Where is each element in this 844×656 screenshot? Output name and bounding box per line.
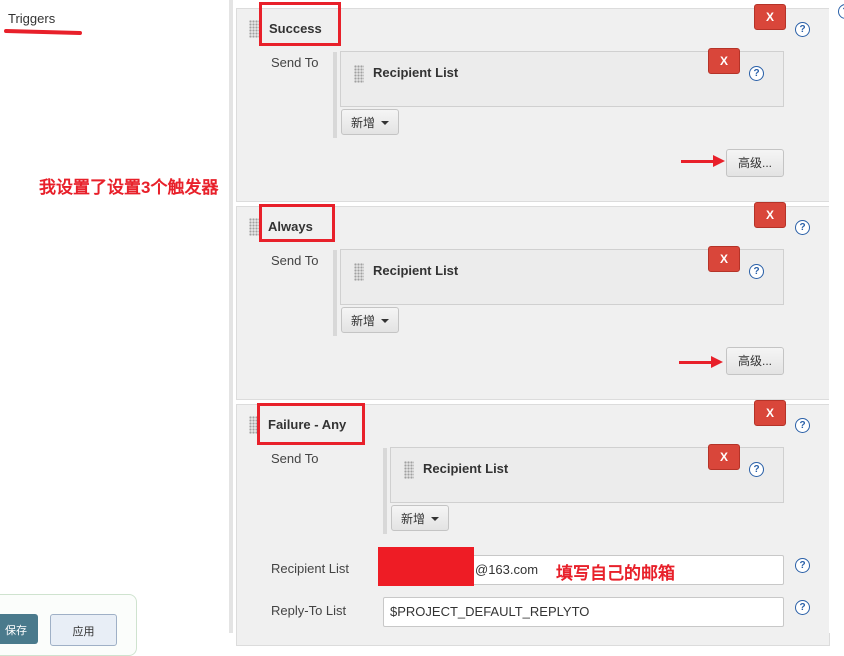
right-edge (829, 0, 844, 633)
caret-down-icon (381, 121, 389, 125)
recipient-list-input-value: @163.com (475, 562, 539, 577)
reply-to-list-input[interactable]: $PROJECT_DEFAULT_REPLYTO (383, 597, 784, 627)
annotation-arrow-head (711, 356, 723, 368)
delete-recipient-button[interactable]: X (708, 246, 740, 272)
add-dropdown-button[interactable]: 新增 (391, 505, 449, 531)
advanced-button[interactable]: 高级... (726, 149, 784, 177)
save-button[interactable]: 保存 (0, 614, 38, 644)
trigger-title: Failure - Any (268, 417, 347, 432)
recipient-list-field-label: Recipient List (271, 561, 350, 576)
add-dropdown-button[interactable]: 新增 (341, 307, 399, 333)
annotation-trigger-note: 我设置了设置3个触发器 (39, 178, 219, 197)
apply-button[interactable]: 应用 (50, 614, 117, 646)
add-button-label: 新增 (401, 512, 426, 526)
help-icon[interactable]: ? (795, 558, 810, 573)
send-to-label: Send To (271, 451, 319, 466)
send-to-label: Send To (271, 253, 319, 268)
caret-down-icon (431, 517, 439, 521)
delete-trigger-button[interactable]: X (754, 400, 786, 426)
recipient-list-title: Recipient List (373, 65, 459, 80)
annotation-arrow-head (713, 155, 725, 167)
help-icon[interactable]: ? (749, 462, 764, 477)
annotation-arrow (679, 361, 713, 364)
advanced-button[interactable]: 高级... (726, 347, 784, 375)
add-dropdown-button[interactable]: 新增 (341, 109, 399, 135)
recipient-list-title: Recipient List (373, 263, 459, 278)
left-column (0, 0, 232, 633)
delete-trigger-button[interactable]: X (754, 202, 786, 228)
caret-down-icon (381, 319, 389, 323)
drag-handle-icon[interactable] (354, 65, 364, 83)
reply-to-list-label: Reply-To List (271, 603, 347, 618)
delete-trigger-button[interactable]: X (754, 4, 786, 30)
help-icon[interactable]: ? (795, 220, 810, 235)
delete-recipient-button[interactable]: X (708, 48, 740, 74)
annotation-arrow (681, 160, 715, 163)
trigger-title: Always (268, 219, 313, 234)
recipient-list-title: Recipient List (423, 461, 509, 476)
drag-handle-icon[interactable] (404, 461, 414, 479)
drag-handle-icon[interactable] (249, 20, 259, 38)
help-icon[interactable]: ? (795, 418, 810, 433)
column-divider (229, 0, 233, 633)
help-icon[interactable]: ? (795, 22, 810, 37)
send-to-divider (333, 250, 337, 336)
trigger-title: Success (269, 21, 322, 36)
send-to-divider (383, 448, 387, 534)
help-icon[interactable]: ? (795, 600, 810, 615)
redacted-region (378, 547, 474, 586)
annotation-email-note: 填写自己的邮箱 (556, 564, 675, 583)
send-to-label: Send To (271, 55, 319, 70)
add-button-label: 新增 (351, 116, 376, 130)
add-button-label: 新增 (351, 314, 376, 328)
delete-recipient-button[interactable]: X (708, 444, 740, 470)
help-icon[interactable]: ? (749, 264, 764, 279)
drag-handle-icon[interactable] (354, 263, 364, 281)
send-to-divider (333, 52, 337, 138)
triggers-section-label: Triggers (8, 11, 56, 26)
help-icon[interactable]: ? (749, 66, 764, 81)
drag-handle-icon[interactable] (249, 218, 259, 236)
